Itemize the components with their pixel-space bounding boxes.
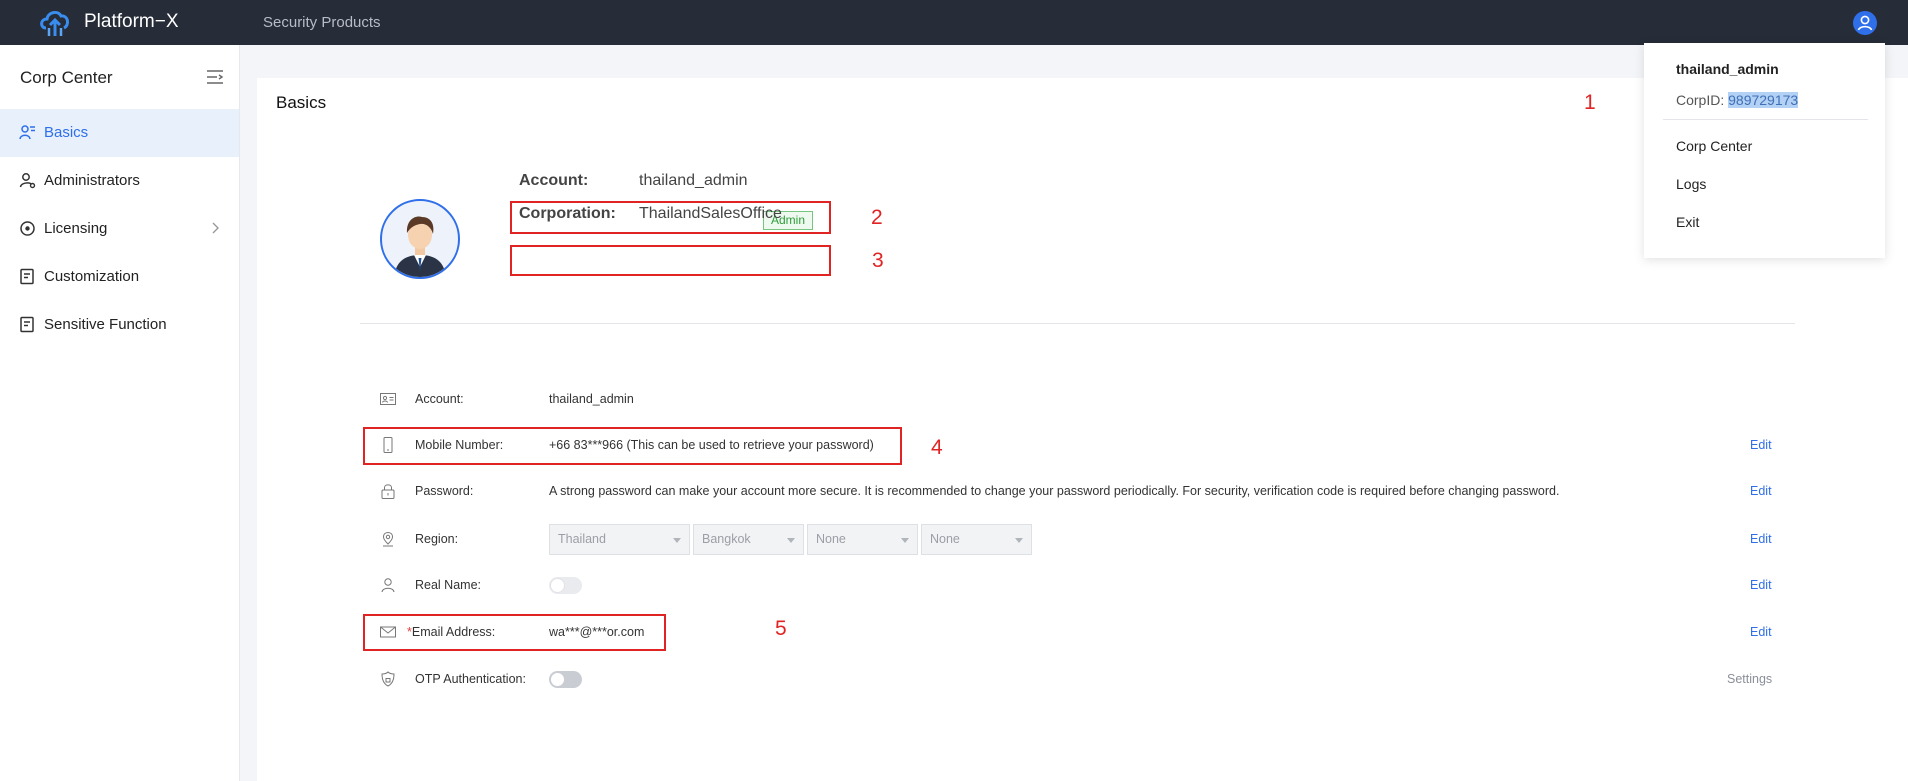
sidebar-item-sensitive-function[interactable]: Sensitive Function [0,301,239,349]
account-label: Account: [415,392,464,406]
avatar [380,199,460,279]
password-label: Password: [415,484,474,498]
location-pin-icon [382,531,394,547]
field-region: Region: Thailand Bangkok None None Edit [257,522,1908,558]
edit-mobile-button[interactable]: Edit [1750,438,1772,452]
field-password: Password: A strong password can make you… [257,476,1908,506]
brand-name[interactable]: Platform−X [84,11,179,33]
sidebar-title: Corp Center [20,68,113,87]
top-bar: Platform−X Security Products [0,0,1908,45]
annotation-number-5: 5 [775,617,787,640]
page-title: Basics [276,93,327,112]
field-account: Account: thailand_admin [257,384,1908,414]
sidebar-item-basics[interactable]: Basics [0,109,239,157]
region-district-select[interactable]: None [807,524,918,555]
select-value: Bangkok [702,532,751,546]
region-label: Region: [415,532,459,546]
edit-real-name-button[interactable]: Edit [1750,578,1772,592]
sidebar-item-label: Customization [44,268,140,285]
nav-security-products[interactable]: Security Products [263,14,381,31]
caret-down-icon [901,538,909,543]
select-value: None [816,532,846,546]
chevron-right-icon [212,222,219,234]
annotation-box-mobile [363,427,902,465]
select-value: Thailand [558,532,606,546]
real-name-toggle[interactable] [549,577,582,594]
corp-id-value[interactable]: 989729173 [1728,92,1799,108]
menu-item-logs[interactable]: Logs [1676,176,1706,192]
header-account-label: Account: [519,172,589,189]
user-icon [1857,15,1873,31]
sidebar-item-label: Sensitive Function [44,316,167,333]
sidebar: Corp Center Basics Administrators Licens… [0,45,240,781]
toggle-knob [551,579,564,592]
sidebar-item-customization[interactable]: Customization [0,253,239,301]
sidebar-item-administrators[interactable]: Administrators [0,157,239,205]
divider [360,323,1795,324]
caret-down-icon [1015,538,1023,543]
customize-icon [20,268,34,285]
edit-password-button[interactable]: Edit [1750,484,1772,498]
region-city-select[interactable]: Bangkok [693,524,804,555]
sidebar-item-licensing[interactable]: Licensing [0,205,239,253]
account-value: thailand_admin [549,392,634,406]
sidebar-item-label: Basics [44,124,89,141]
avatar-portrait-icon [394,216,446,277]
field-otp-authentication: OTP Authentication: Settings [257,664,1908,694]
sensitive-function-icon [20,316,34,333]
id-card-icon [380,393,396,405]
edit-email-button[interactable]: Edit [1750,625,1772,639]
dropdown-corp-id: CorpID: 989729173 [1676,92,1799,108]
caret-down-icon [673,538,681,543]
otp-settings-button[interactable]: Settings [1727,672,1772,686]
lock-icon [381,484,395,499]
person-icon [381,578,395,593]
otp-label: OTP Authentication: [415,672,526,686]
sidebar-item-label: Licensing [44,220,108,237]
otp-toggle[interactable] [549,671,582,688]
dropdown-divider [1663,119,1868,120]
user-group-icon [19,125,35,140]
platform-logo-icon[interactable] [38,6,72,40]
collapse-menu-icon[interactable] [206,69,224,85]
dropdown-username: thailand_admin [1676,61,1779,77]
edit-region-button[interactable]: Edit [1750,532,1772,546]
header-account-value: thailand_admin [639,172,748,189]
annotation-number-3: 3 [872,249,884,272]
annotation-box-corporation [510,245,831,276]
real-name-label: Real Name: [415,578,481,592]
corp-id-label: CorpID: [1676,92,1729,108]
toggle-knob [551,673,564,686]
annotation-box-account [510,201,831,234]
annotation-number-4: 4 [931,436,943,459]
user-menu-button[interactable] [1853,11,1877,35]
sidebar-item-label: Administrators [44,172,140,189]
menu-item-corp-center[interactable]: Corp Center [1676,138,1752,154]
annotation-box-email [363,614,666,651]
region-country-select[interactable]: Thailand [549,524,690,555]
caret-down-icon [787,538,795,543]
menu-item-exit[interactable]: Exit [1676,214,1699,230]
shield-lock-icon [381,671,395,687]
select-value: None [930,532,960,546]
user-dropdown-menu: thailand_admin CorpID: 989729173 Corp Ce… [1644,43,1885,258]
annotation-number-2: 2 [871,206,883,229]
admin-icon [19,173,36,189]
password-hint: A strong password can make your account … [549,484,1560,498]
field-real-name: Real Name: Edit [257,570,1908,600]
region-subdistrict-select[interactable]: None [921,524,1032,555]
annotation-number-1: 1 [1584,91,1596,114]
license-icon [20,221,35,236]
